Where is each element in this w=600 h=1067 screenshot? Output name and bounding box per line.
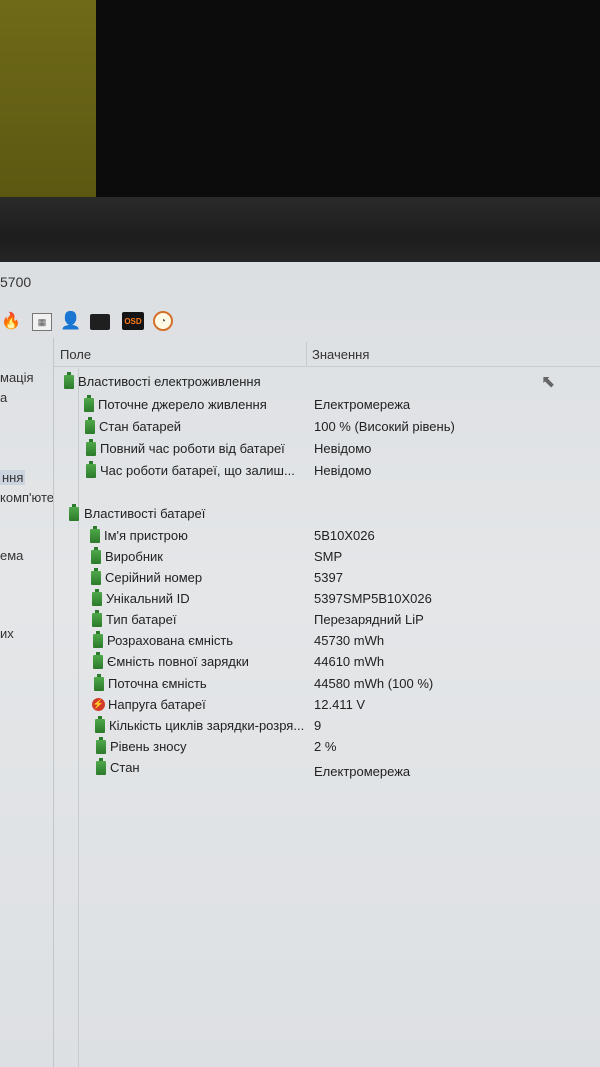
row-label: Тип батареї xyxy=(106,612,177,627)
battery-icon xyxy=(86,461,96,478)
row-value: Невідомо xyxy=(314,463,372,478)
row-value: 5397 xyxy=(314,570,343,585)
table-row[interactable]: Повний час роботи від батареї Невідомо xyxy=(54,439,600,459)
table-row[interactable]: Поточна ємність 44580 mWh (100 %) xyxy=(54,674,600,694)
table-row[interactable]: Серійний номер 5397 xyxy=(54,568,600,588)
battery-icon xyxy=(96,758,106,775)
table-row[interactable]: Час роботи батареї, що залиш... Невідомо xyxy=(54,461,600,481)
section-label: Властивості електроживлення xyxy=(78,374,261,389)
navigation-tree: мація а ння комп'ютеі ема их xyxy=(0,338,54,1067)
battery-icon xyxy=(84,395,94,412)
row-label: Ім'я пристрою xyxy=(104,528,188,543)
nav-item-fragment[interactable]: их xyxy=(0,626,14,641)
row-label: Розрахована ємність xyxy=(107,633,234,648)
flame-icon[interactable]: 🔥 xyxy=(0,310,22,332)
battery-icon xyxy=(64,372,74,389)
row-label: Стан xyxy=(110,760,140,775)
row-value: 9 xyxy=(314,718,322,733)
table-row[interactable]: ⚡ Напруга батареї 12.411 V xyxy=(54,695,600,715)
table-row[interactable]: Виробник SMP xyxy=(54,547,600,567)
battery-icon xyxy=(93,652,103,669)
battery-icon xyxy=(92,589,102,606)
row-value: 5397SMP5B10X026 xyxy=(314,591,432,606)
row-value: Перезарядний LiP xyxy=(314,612,424,627)
nav-item-fragment[interactable]: мація xyxy=(0,370,34,385)
battery-icon xyxy=(86,439,96,456)
gauge-icon[interactable]: ◔ xyxy=(153,311,173,331)
toolbar: 🔥 ▦ 👤 OSD ◔ xyxy=(0,306,600,334)
battery-icon xyxy=(96,737,106,754)
table-row[interactable]: Тип батареї Перезарядний LiP xyxy=(54,610,600,630)
table-row[interactable]: Унікальний ID 5397SMP5B10X026 xyxy=(54,589,600,609)
row-value: Електромережа xyxy=(314,397,411,412)
table-row[interactable]: Стан Електромережа xyxy=(54,758,600,779)
window-title: 5700 xyxy=(0,274,32,290)
row-label: Ємність повної зарядки xyxy=(107,654,249,669)
row-value: 2 % xyxy=(314,739,337,754)
row-label: Серійний номер xyxy=(105,570,203,585)
row-value: 100 % (Високий рівень) xyxy=(314,419,455,434)
background-dark-area xyxy=(96,0,600,197)
row-label: Рівень зносу xyxy=(110,739,187,754)
row-label: Поточне джерело живлення xyxy=(98,397,267,412)
row-label: Поточна ємність xyxy=(108,676,207,691)
osd-icon[interactable]: OSD xyxy=(122,312,144,330)
calendar-icon[interactable]: ▦ xyxy=(32,313,52,331)
table-row[interactable]: Розрахована ємність 45730 mWh xyxy=(54,631,600,651)
row-label: Стан батарей xyxy=(99,419,182,434)
section-row-power[interactable]: Властивості електроживлення xyxy=(54,372,600,392)
battery-icon xyxy=(85,417,95,434)
battery-icon xyxy=(91,568,101,585)
section-label: Властивості батареї xyxy=(84,506,206,521)
table-row[interactable]: Ім'я пристрою 5B10X026 xyxy=(54,526,600,546)
nav-item-fragment[interactable]: ема xyxy=(0,548,23,563)
column-header: Поле Значення xyxy=(54,342,600,367)
section-row-battery[interactable]: Властивості батареї xyxy=(54,504,600,524)
battery-icon xyxy=(94,674,104,691)
row-label: Виробник xyxy=(105,549,163,564)
nav-item-fragment[interactable]: а xyxy=(0,390,7,405)
row-value: SMP xyxy=(314,549,343,564)
row-value: 45730 mWh xyxy=(314,633,385,648)
row-label: Повний час роботи від батареї xyxy=(100,441,285,456)
nav-item-fragment[interactable]: комп'ютеі xyxy=(0,490,53,505)
lightning-icon: ⚡ xyxy=(92,698,105,711)
row-value: Невідомо xyxy=(314,441,372,456)
table-row[interactable]: Поточне джерело живлення Електромережа xyxy=(54,395,600,415)
row-value: 12.411 V xyxy=(314,697,366,712)
battery-icon xyxy=(69,504,79,521)
battery-icon xyxy=(93,631,103,648)
table-row[interactable]: Рівень зносу 2 % xyxy=(54,737,600,757)
row-value: 44610 mWh xyxy=(314,654,385,669)
row-value: 5B10X026 xyxy=(314,528,375,543)
table-row[interactable]: Кількість циклів зарядки-розря... 9 xyxy=(54,716,600,736)
table-row[interactable]: Стан батарей 100 % (Високий рівень) xyxy=(54,417,600,437)
battery-icon xyxy=(90,526,100,543)
app-window: 5700 🔥 ▦ 👤 OSD ◔ мація а ння комп'ютеі е… xyxy=(0,262,600,1067)
battery-icon xyxy=(91,547,101,564)
background-yellow-object xyxy=(0,0,96,197)
nav-item-selected[interactable]: ння xyxy=(0,470,26,485)
row-label: Напруга батареї xyxy=(108,697,206,712)
details-pane: Поле Значення ⬉ Властивості електроживле… xyxy=(54,338,600,1067)
row-label: Кількість циклів зарядки-розря... xyxy=(109,718,305,733)
header-field[interactable]: Поле xyxy=(60,347,91,362)
header-value[interactable]: Значення xyxy=(312,347,369,362)
row-label: Час роботи батареї, що залиш... xyxy=(100,463,295,478)
battery-icon xyxy=(95,716,105,733)
row-value: 44580 mWh (100 %) xyxy=(314,676,434,691)
monitor-bezel xyxy=(0,197,600,265)
user-icon[interactable]: 👤 xyxy=(60,310,82,332)
row-value: Електромережа xyxy=(314,764,411,779)
table-row[interactable]: Ємність повної зарядки 44610 mWh xyxy=(54,652,600,672)
header-separator[interactable] xyxy=(306,342,307,366)
row-label: Унікальний ID xyxy=(106,591,190,606)
monitor-icon[interactable] xyxy=(90,314,110,330)
battery-icon xyxy=(92,610,102,627)
